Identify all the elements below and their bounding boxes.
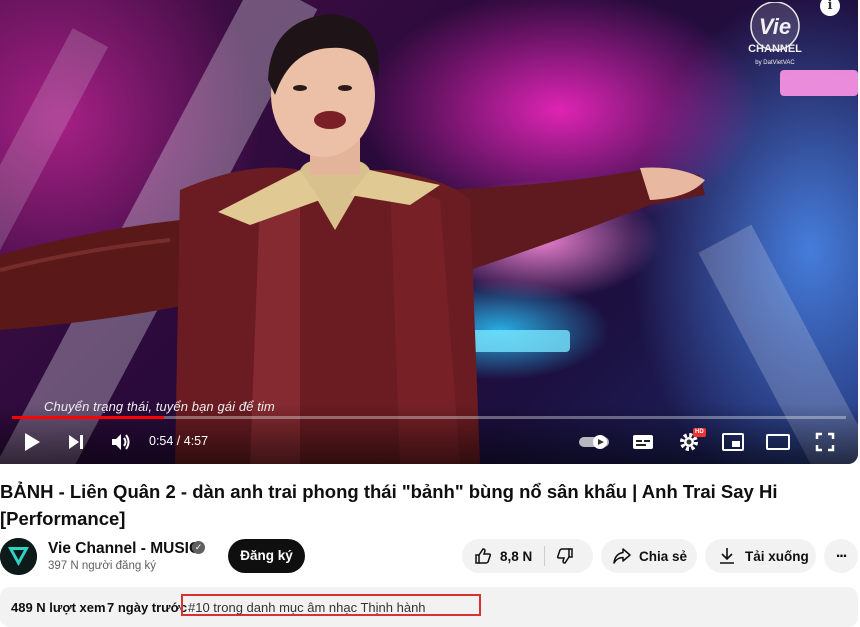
download-icon [720, 548, 734, 564]
video-title: BẢNH - Liên Quân 2 - dàn anh trai phong … [0, 481, 778, 529]
autoplay-toggle[interactable] [578, 433, 612, 451]
video-player[interactable]: Vie CHANNEL by DatVietVAC i Chuyển trạng… [0, 0, 858, 464]
play-button[interactable] [20, 430, 44, 454]
vie-channel-logo: Vie CHANNEL by DatVietVAC [748, 2, 802, 66]
upload-date: 7 ngày trước [107, 600, 188, 615]
trending-link[interactable]: #10 trong danh mục âm nhạc Thịnh hành [188, 600, 426, 615]
like-icon [475, 548, 492, 564]
like-count: 8,8 N [500, 548, 533, 564]
like-divider [544, 546, 545, 566]
progress-bar[interactable] [12, 416, 846, 419]
like-dislike-group: 8,8 N [462, 539, 593, 573]
performer-image [0, 14, 705, 464]
fullscreen-icon [815, 432, 835, 452]
svg-text:Vie: Vie [759, 14, 791, 39]
share-icon [613, 548, 631, 564]
time-display: 0:54 / 4:57 [149, 434, 209, 448]
subscriber-count: 397 N người đăng ký [48, 560, 156, 572]
captions-icon [633, 435, 653, 449]
miniplayer-icon [722, 433, 744, 451]
miniplayer-button[interactable] [720, 430, 746, 454]
next-button[interactable] [64, 430, 88, 454]
svg-text:by DatVietVAC: by DatVietVAC [755, 60, 795, 66]
play-icon [25, 433, 40, 451]
download-button[interactable]: Tải xuống [705, 539, 816, 573]
verified-icon: ✓ [192, 541, 205, 554]
channel-name[interactable]: Vie Channel - MUSIC [48, 540, 200, 558]
captions-button[interactable] [630, 430, 656, 454]
autoplay-toggle-icon [579, 435, 609, 449]
share-button[interactable]: Chia sẻ [601, 539, 697, 573]
view-count: 489 N lượt xem [11, 600, 106, 615]
more-icon: ... [835, 544, 847, 561]
more-actions-button[interactable]: ... [824, 539, 858, 573]
next-icon [69, 435, 83, 449]
hd-badge: HD [693, 428, 706, 437]
like-button[interactable]: 8,8 N [462, 547, 544, 565]
share-label: Chia sẻ [639, 548, 688, 564]
svg-text:CHANNEL: CHANNEL [748, 43, 802, 55]
theater-icon [766, 434, 790, 450]
dislike-icon [556, 548, 573, 564]
avatar-logo-icon [0, 538, 37, 575]
theater-mode-button[interactable] [765, 430, 791, 454]
fullscreen-button[interactable] [812, 430, 838, 454]
video-subtitle: Chuyển trạng thái, tuyển bạn gái để tim [44, 399, 275, 414]
progress-fill [12, 416, 164, 419]
download-label: Tải xuống [745, 548, 809, 564]
volume-icon [112, 434, 130, 450]
volume-button[interactable] [108, 430, 134, 454]
channel-avatar[interactable] [0, 538, 37, 575]
dislike-button[interactable] [556, 547, 574, 568]
subscribe-button[interactable]: Đăng ký [228, 539, 305, 573]
